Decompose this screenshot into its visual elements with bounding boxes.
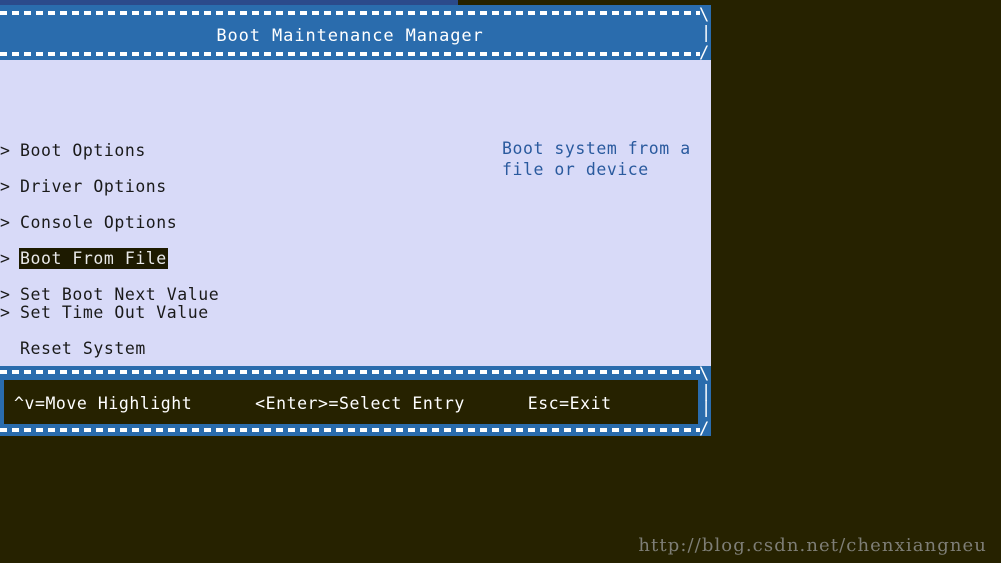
menu-item-boot-from-file[interactable]: > Boot From File <box>0 248 168 269</box>
menu-item-arrow-icon: > <box>0 141 11 160</box>
page-title: Boot Maintenance Manager <box>216 26 484 46</box>
title-frame: \ | / Boot Maintenance Manager <box>0 5 712 62</box>
frame-edge-right-glyph: | <box>701 23 712 43</box>
status-edge-right-glyph-2: | <box>701 398 712 418</box>
menu-item-set-time-out-value[interactable]: > Set Time Out Value <box>0 302 210 323</box>
menu-item-label: Set Time Out Value <box>20 303 209 322</box>
menu-item-driver-options[interactable]: > Driver Options <box>0 176 168 197</box>
frame-corner-top-right-glyph: \ <box>699 5 710 25</box>
status-frame: \ | | / ^v=Move Highlight <Enter>=Select… <box>0 364 712 439</box>
watermark-url: http://blog.csdn.net/chenxiangneu <box>638 535 987 556</box>
title-border-bottom <box>0 52 700 56</box>
menu-item-label: Reset System <box>20 339 146 358</box>
menu-item-arrow-icon: > <box>0 303 11 322</box>
menu-item-reset-system[interactable]: Reset System <box>0 338 147 359</box>
status-bar: ^v=Move Highlight <Enter>=Select Entry E… <box>4 380 698 424</box>
menu-item-boot-options[interactable]: > Boot Options <box>0 140 147 161</box>
status-corner-top-right-glyph: \ <box>699 364 710 384</box>
menu-item-label: Boot Options <box>20 141 146 160</box>
menu-item-label: Boot From File <box>19 248 168 269</box>
bios-setup-window: \ | / Boot Maintenance Manager > Boot Opt… <box>0 5 712 439</box>
menu-item-label: Driver Options <box>20 177 167 196</box>
menu-item-arrow-icon: > <box>0 249 11 268</box>
title-border-top <box>0 11 700 15</box>
content-pane: > Boot Options > Driver Options > Console Opt… <box>0 60 711 366</box>
status-border-top <box>0 370 700 374</box>
menu-item-console-options[interactable]: > Console Options <box>0 212 178 233</box>
menu-item-label: Console Options <box>20 213 178 232</box>
status-border-bottom <box>0 428 700 432</box>
menu-item-arrow-icon: > <box>0 177 11 196</box>
status-bar-hints: ^v=Move Highlight <Enter>=Select Entry E… <box>14 394 612 413</box>
status-corner-bottom-right-glyph: / <box>699 419 710 439</box>
menu-item-arrow-icon: > <box>0 213 11 232</box>
help-description-text: Boot system from a file or device <box>502 139 691 179</box>
